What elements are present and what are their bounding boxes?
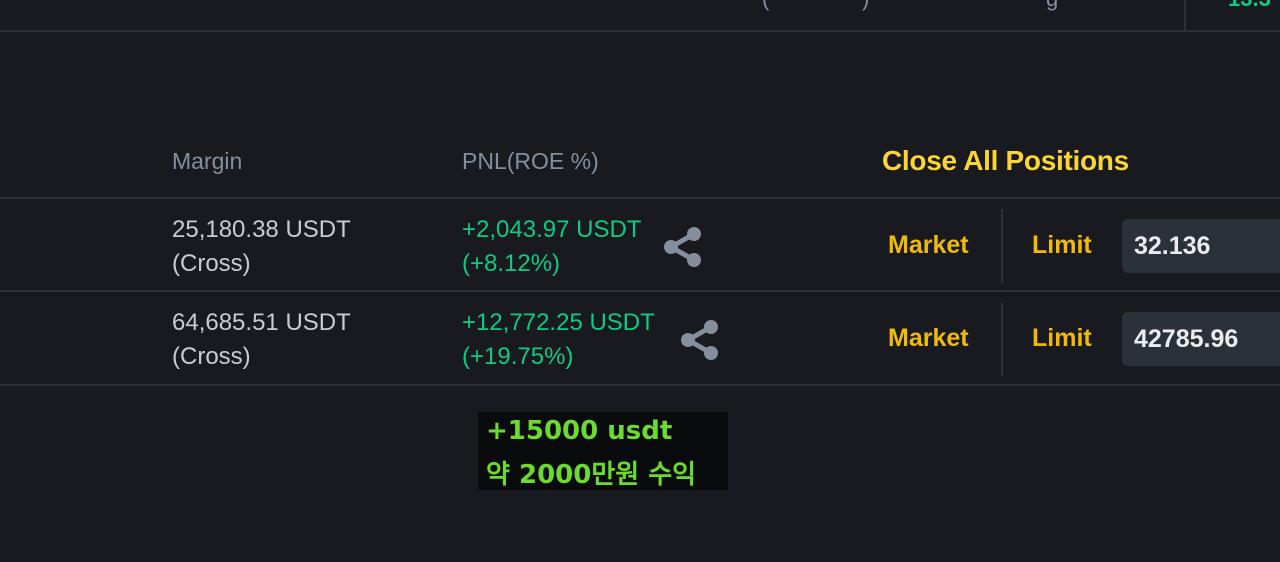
limit-close-button[interactable]: Limit (1032, 324, 1092, 353)
annotation-line-1: +15000 usdt (486, 416, 673, 446)
limit-price-input[interactable] (1122, 312, 1280, 366)
row-divider (0, 384, 1280, 386)
pnl-amount: +12,772.25 USDT (462, 309, 655, 336)
pnl-roe: (+8.12%) (462, 250, 561, 277)
positions-panel: ( ) g 13.3 Margin PNL(ROE %) Close All P… (0, 0, 1280, 562)
button-separator (1001, 209, 1003, 283)
close-all-positions-button[interactable]: Close All Positions (882, 145, 1129, 177)
top-divider (1184, 0, 1186, 30)
limit-price-input[interactable] (1122, 219, 1280, 273)
margin-amount: 25,180.38 USDT (172, 216, 351, 243)
position-row: 25,180.38 USDT (Cross) +2,043.97 USDT (+… (0, 199, 1280, 291)
share-icon[interactable] (662, 225, 704, 269)
pnl-roe: (+19.75%) (462, 343, 574, 370)
margin-mode: (Cross) (172, 250, 251, 277)
margin-column-header: Margin (172, 148, 243, 174)
share-icon[interactable] (679, 318, 721, 362)
top-fragment-right: g (1046, 0, 1058, 12)
button-separator (1001, 302, 1003, 376)
position-row: 64,685.51 USDT (Cross) +12,772.25 USDT (… (0, 292, 1280, 384)
pnl-amount: +2,043.97 USDT (462, 216, 642, 243)
top-fragment-left: ( (762, 0, 769, 12)
market-close-button[interactable]: Market (888, 231, 969, 260)
margin-mode: (Cross) (172, 343, 251, 370)
margin-amount: 64,685.51 USDT (172, 309, 351, 336)
limit-close-button[interactable]: Limit (1032, 231, 1092, 260)
top-fragment-green: 13.3 (1228, 0, 1271, 12)
top-strip: ( ) g 13.3 (0, 0, 1280, 32)
annotation-line-2: 약 2000만원 수익 (486, 460, 697, 490)
pnl-column-header: PNL(ROE %) (462, 148, 599, 174)
top-fragment-mid: ) (862, 0, 869, 12)
profit-annotation: +15000 usdt 약 2000만원 수익 (478, 412, 728, 490)
market-close-button[interactable]: Market (888, 324, 969, 353)
